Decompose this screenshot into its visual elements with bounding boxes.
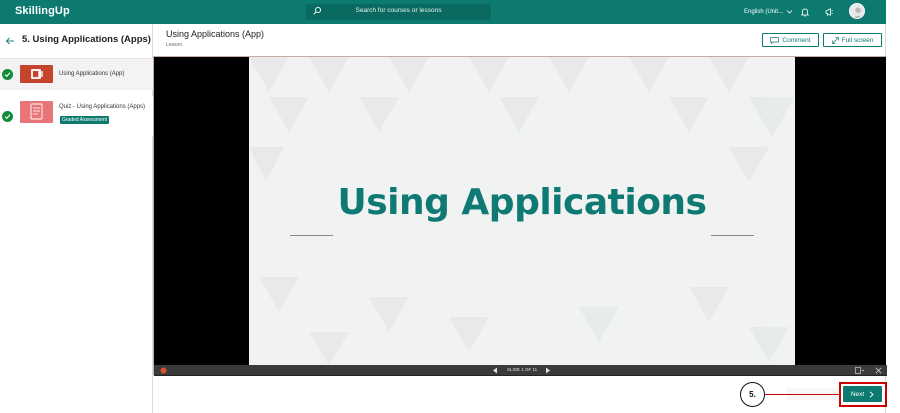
sidebar-item-label: Using Applications (App) [59,71,125,77]
comment-icon [770,36,780,44]
next-slide-icon[interactable] [545,367,551,374]
course-sidebar: 5. Using Applications (Apps) Using Appli… [0,24,153,413]
slide-viewer[interactable]: Using Applications SLIDE 1 OF 11 [153,56,887,376]
sidebar-item-label: Quiz - Using Applications (Apps) [59,104,146,110]
quiz-thumbnail [20,101,53,123]
callout-label: 5. [749,390,756,399]
full-screen-label: Full screen [841,36,874,44]
slide-title: Using Applications [337,182,707,223]
language-selector[interactable]: English (Unit... [744,9,783,15]
user-avatar[interactable] [849,3,865,19]
previous-slide-icon[interactable] [492,367,498,374]
callout-connector-line [764,394,839,395]
slide-canvas: Using Applications [249,57,795,365]
sidebar-item-quiz[interactable]: Quiz - Using Applications (Apps) Graded … [0,96,153,136]
player-logo-icon [160,367,167,374]
full-screen-button[interactable]: Full screen [823,33,882,47]
chevron-down-icon[interactable] [786,8,793,15]
presentation-thumbnail [20,65,53,83]
next-label: Next [850,390,865,398]
view-menu-icon[interactable] [855,367,865,374]
slide-rule-right [711,235,754,236]
sidebar-item-lesson[interactable]: Using Applications (App) [0,59,153,90]
back-arrow-icon[interactable] [5,36,15,46]
bell-icon[interactable] [800,7,810,17]
search-input[interactable]: Search for courses or lessons [306,7,491,14]
expand-icon [831,36,839,44]
comment-label: Comment [782,36,811,44]
chevron-right-icon [869,390,874,398]
app-frame: SkillingUp Search for courses or lessons… [0,0,887,413]
search-bar[interactable]: Search for courses or lessons [306,4,491,20]
check-icon [2,111,13,122]
lesson-title: Using Applications (App) [166,29,265,39]
expand-player-icon[interactable] [875,367,882,374]
slide-counter: SLIDE 1 OF 11 [507,367,538,372]
next-button[interactable]: Next [843,386,882,402]
graded-assessment-badge: Graded Assessment [60,116,110,124]
module-title: 5. Using Applications (Apps) [22,34,151,45]
brand-logo[interactable]: SkillingUp [15,5,70,17]
lesson-type: Lesson [166,42,183,48]
slide-rule-left [290,235,333,236]
megaphone-icon[interactable] [824,7,834,17]
step-callout-badge: 5. [740,382,765,407]
top-bar: SkillingUp Search for courses or lessons… [0,0,886,24]
player-control-bar: SLIDE 1 OF 11 [154,365,887,376]
check-icon [2,69,13,80]
comment-button[interactable]: Comment [762,33,819,47]
